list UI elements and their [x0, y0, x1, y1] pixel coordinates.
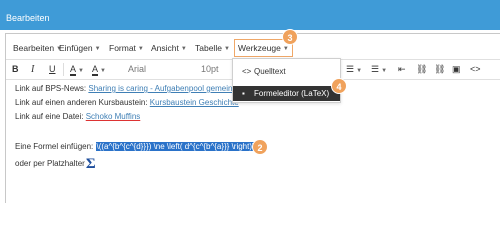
highlight-icon: A	[92, 64, 99, 76]
header-title: Bearbeiten	[6, 13, 50, 23]
underline-button[interactable]: U	[49, 64, 56, 74]
code-icon: <>	[470, 64, 481, 74]
outdent-icon: ⇤	[398, 64, 406, 74]
bold-button[interactable]: B	[12, 64, 19, 74]
image-icon: ▣	[452, 64, 461, 74]
chevron-down-icon: ▼	[282, 46, 289, 52]
content-line-bps-news: Link auf BPS-News: Sharing is caring - A…	[15, 84, 241, 93]
menu-einfuegen[interactable]: Einfügen ▼	[59, 43, 101, 53]
link-bps-news[interactable]: Sharing is caring - Aufgabenpool gemeins…	[88, 84, 241, 93]
source-code-button[interactable]: <>	[470, 64, 481, 74]
chevron-down-icon: ▼	[100, 68, 106, 74]
header: Bearbeiten	[0, 0, 500, 33]
unlink-button[interactable]: ⛓	[434, 64, 445, 75]
bullet-list-button[interactable]: ☰ ▼	[371, 64, 387, 75]
content-line-kursbaustein: Link auf einen anderen Kursbaustein: Kur…	[15, 98, 239, 107]
chevron-down-icon: ▼	[94, 46, 101, 52]
formula-icon: ▪	[242, 89, 245, 98]
image-button[interactable]: ▣	[452, 64, 461, 75]
code-icon: <>	[242, 67, 252, 76]
chevron-down-icon: ▼	[180, 46, 187, 52]
dropdown-item-formeleditor[interactable]: ▪ Formeleditor (LaTeX)	[233, 86, 340, 101]
text-color-button[interactable]: A ▼	[70, 64, 84, 76]
bullet-list-icon: ☰	[371, 64, 380, 74]
step-badge-4: 4	[331, 78, 347, 94]
menu-bearbeiten[interactable]: Bearbeiten ▼	[13, 43, 62, 53]
toolbar-divider	[63, 63, 64, 76]
menu-tabelle[interactable]: Tabelle ▼	[195, 43, 230, 53]
menu-format[interactable]: Format ▼	[109, 43, 144, 53]
font-size-select[interactable]: 10pt	[201, 64, 219, 74]
content-line-platzhalter: oder per PlatzhalterΣ	[15, 156, 96, 172]
text-color-icon: A	[70, 64, 77, 76]
content-line-datei: Link auf eine Datei: Schoko Muffins	[15, 112, 141, 121]
menu-ansicht[interactable]: Ansicht ▼	[151, 43, 187, 53]
chevron-down-icon: ▼	[78, 68, 84, 74]
chevron-down-icon: ▼	[137, 46, 144, 52]
font-family-select[interactable]: Arial	[128, 64, 146, 74]
italic-button[interactable]: I	[31, 64, 34, 75]
link-button[interactable]: ⛓	[416, 64, 427, 75]
highlight-color-button[interactable]: A ▼	[92, 64, 106, 76]
step-badge-3: 3	[282, 29, 298, 45]
chevron-down-icon: ▼	[381, 68, 388, 74]
dropdown-item-quelltext[interactable]: <> Quelltext	[233, 64, 340, 79]
link-kursbaustein[interactable]: Kursbaustein Geschichte	[150, 98, 239, 107]
outdent-button[interactable]: ⇤	[398, 64, 406, 75]
content-line-formel: Eine Formel einfügen: \((a^{b^{c^{d}}}) …	[15, 142, 258, 151]
chevron-down-icon: ▼	[356, 68, 363, 74]
unlink-icon: ⛓	[434, 64, 446, 74]
chevron-down-icon: ▼	[223, 46, 230, 52]
werkzeuge-dropdown: <> Quelltext ▪ Formeleditor (LaTeX)	[232, 58, 341, 103]
header-bar	[0, 0, 500, 30]
link-datei[interactable]: Schoko Muffins	[86, 112, 141, 121]
sigma-icon[interactable]: Σ	[86, 156, 96, 172]
selected-formula[interactable]: \((a^{b^{c^{d}}}) \ne \left( d^{c^{b^{a}…	[95, 142, 258, 151]
numbered-list-icon: ☰	[346, 64, 355, 74]
numbered-list-button[interactable]: ☰ ▼	[346, 64, 362, 75]
menubar: Bearbeiten ▼ Einfügen ▼ Format ▼ Ansicht ▼ T…	[6, 34, 500, 60]
step-badge-2: 2	[252, 139, 268, 155]
link-icon: ⛓	[416, 64, 428, 74]
